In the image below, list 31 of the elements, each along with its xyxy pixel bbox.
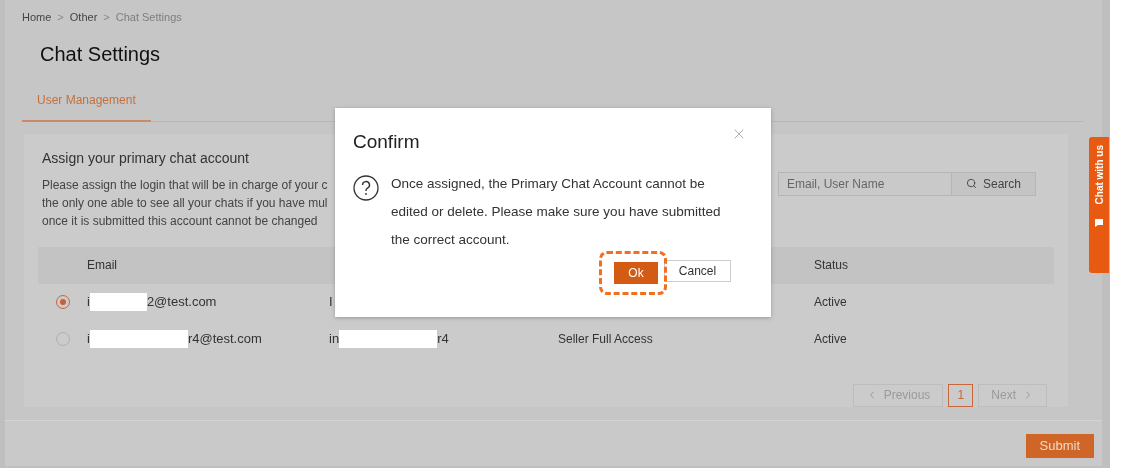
description-text: Please assign the login that will be in charge of your c	[42, 176, 328, 194]
column-header: Email	[87, 258, 117, 272]
table-cell-text: I	[329, 292, 334, 312]
chat-with-us-tab[interactable]: Chat with us	[1089, 137, 1109, 273]
column-header: Status	[814, 258, 849, 272]
table-cell-text: i 2@test.com	[87, 292, 218, 312]
table-cell: Active	[814, 332, 847, 346]
table-cell: Seller Full Access	[558, 332, 653, 346]
question-icon	[353, 174, 379, 201]
tab[interactable]: User Management	[22, 90, 151, 122]
chat-bubble-icon	[1094, 218, 1104, 229]
page-button[interactable]: 1	[948, 383, 974, 407]
description-text: the only one able to see all your chats if you have mul	[42, 194, 328, 212]
cancel-button[interactable]: Cancel	[664, 259, 731, 282]
breadcrumb-separator: >	[57, 10, 64, 25]
section-title: Assign your primary chat account	[42, 148, 250, 168]
breadcrumb-link[interactable]: Other	[69, 9, 98, 26]
search-icon	[965, 178, 977, 189]
page-title: Chat Settings	[40, 41, 162, 67]
dialog-title: Confirm	[353, 130, 420, 154]
description-text: once it is submitted this account cannot be changed	[42, 212, 319, 230]
submit-button[interactable]: Submit	[1025, 434, 1094, 458]
table-cell: Active	[814, 295, 847, 309]
breadcrumb-separator: >	[103, 10, 110, 25]
table-cell-text: i r4@test.com	[87, 329, 263, 349]
dialog-message: Once assigned, the Primary Chat Account cannot be edited or delete. Please make sure you have submitted the correct account.	[391, 174, 722, 249]
table-cell-text: in r4	[329, 329, 450, 349]
breadcrumb-link[interactable]: Home	[22, 9, 52, 26]
search-field[interactable]: Email, User Name	[777, 171, 952, 196]
search-button[interactable]: Search	[951, 171, 1036, 196]
ok-button[interactable]: Ok	[614, 261, 658, 284]
